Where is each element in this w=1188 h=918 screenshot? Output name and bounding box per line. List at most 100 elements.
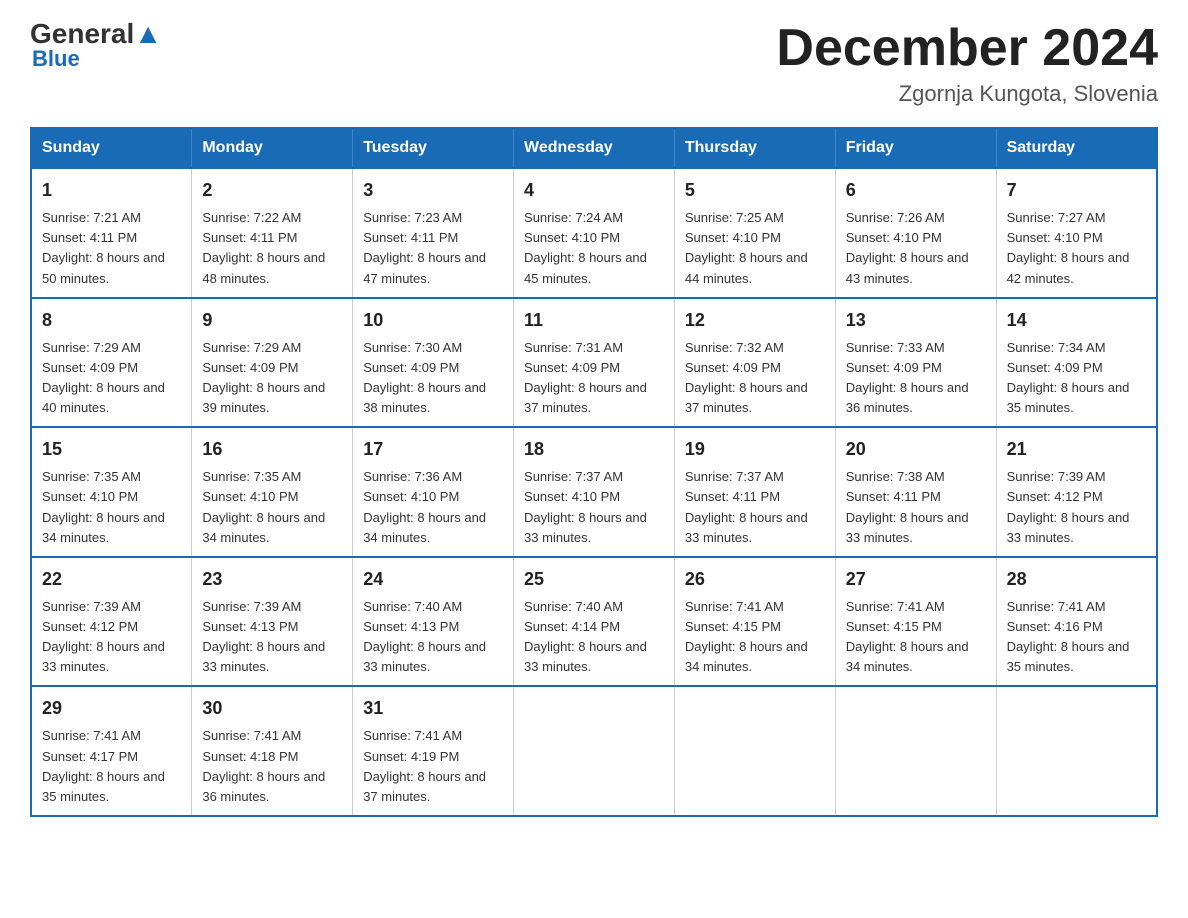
table-row: 21 Sunrise: 7:39 AMSunset: 4:12 PMDaylig… [996,427,1157,557]
day-info: Sunrise: 7:27 AMSunset: 4:10 PMDaylight:… [1007,208,1146,289]
day-info: Sunrise: 7:22 AMSunset: 4:11 PMDaylight:… [202,208,342,289]
page-header: General▲ Blue December 2024 Zgornja Kung… [30,20,1158,107]
day-number: 14 [1007,307,1146,334]
calendar-table: Sunday Monday Tuesday Wednesday Thursday… [30,127,1158,817]
day-number: 21 [1007,436,1146,463]
page-subtitle: Zgornja Kungota, Slovenia [776,81,1158,107]
table-row: 19 Sunrise: 7:37 AMSunset: 4:11 PMDaylig… [674,427,835,557]
col-monday: Monday [192,128,353,168]
col-thursday: Thursday [674,128,835,168]
day-number: 12 [685,307,825,334]
day-info: Sunrise: 7:29 AMSunset: 4:09 PMDaylight:… [42,338,181,419]
table-row: 8 Sunrise: 7:29 AMSunset: 4:09 PMDayligh… [31,298,192,428]
day-number: 16 [202,436,342,463]
day-info: Sunrise: 7:31 AMSunset: 4:09 PMDaylight:… [524,338,664,419]
day-info: Sunrise: 7:41 AMSunset: 4:15 PMDaylight:… [846,597,986,678]
col-tuesday: Tuesday [353,128,514,168]
day-number: 20 [846,436,986,463]
calendar-week-row: 22 Sunrise: 7:39 AMSunset: 4:12 PMDaylig… [31,557,1157,687]
day-info: Sunrise: 7:40 AMSunset: 4:13 PMDaylight:… [363,597,503,678]
table-row: 13 Sunrise: 7:33 AMSunset: 4:09 PMDaylig… [835,298,996,428]
table-row: 4 Sunrise: 7:24 AMSunset: 4:10 PMDayligh… [514,168,675,298]
day-number: 5 [685,177,825,204]
day-info: Sunrise: 7:33 AMSunset: 4:09 PMDaylight:… [846,338,986,419]
table-row: 18 Sunrise: 7:37 AMSunset: 4:10 PMDaylig… [514,427,675,557]
day-info: Sunrise: 7:37 AMSunset: 4:11 PMDaylight:… [685,467,825,548]
day-info: Sunrise: 7:35 AMSunset: 4:10 PMDaylight:… [42,467,181,548]
day-info: Sunrise: 7:35 AMSunset: 4:10 PMDaylight:… [202,467,342,548]
logo-general-text: General▲ [30,20,162,48]
day-info: Sunrise: 7:24 AMSunset: 4:10 PMDaylight:… [524,208,664,289]
logo-blue-text: Blue [32,48,80,70]
calendar-header-row: Sunday Monday Tuesday Wednesday Thursday… [31,128,1157,168]
day-info: Sunrise: 7:41 AMSunset: 4:17 PMDaylight:… [42,726,181,807]
day-info: Sunrise: 7:40 AMSunset: 4:14 PMDaylight:… [524,597,664,678]
day-info: Sunrise: 7:30 AMSunset: 4:09 PMDaylight:… [363,338,503,419]
col-wednesday: Wednesday [514,128,675,168]
table-row: 22 Sunrise: 7:39 AMSunset: 4:12 PMDaylig… [31,557,192,687]
table-row: 24 Sunrise: 7:40 AMSunset: 4:13 PMDaylig… [353,557,514,687]
day-info: Sunrise: 7:26 AMSunset: 4:10 PMDaylight:… [846,208,986,289]
day-number: 15 [42,436,181,463]
calendar-week-row: 8 Sunrise: 7:29 AMSunset: 4:09 PMDayligh… [31,298,1157,428]
col-saturday: Saturday [996,128,1157,168]
page-title: December 2024 [776,20,1158,77]
table-row: 28 Sunrise: 7:41 AMSunset: 4:16 PMDaylig… [996,557,1157,687]
day-number: 11 [524,307,664,334]
table-row: 26 Sunrise: 7:41 AMSunset: 4:15 PMDaylig… [674,557,835,687]
day-number: 8 [42,307,181,334]
day-info: Sunrise: 7:41 AMSunset: 4:16 PMDaylight:… [1007,597,1146,678]
day-number: 22 [42,566,181,593]
table-row: 3 Sunrise: 7:23 AMSunset: 4:11 PMDayligh… [353,168,514,298]
day-number: 17 [363,436,503,463]
day-number: 23 [202,566,342,593]
table-row: 14 Sunrise: 7:34 AMSunset: 4:09 PMDaylig… [996,298,1157,428]
day-number: 18 [524,436,664,463]
day-number: 29 [42,695,181,722]
day-number: 28 [1007,566,1146,593]
day-info: Sunrise: 7:39 AMSunset: 4:13 PMDaylight:… [202,597,342,678]
day-number: 31 [363,695,503,722]
col-sunday: Sunday [31,128,192,168]
table-row: 11 Sunrise: 7:31 AMSunset: 4:09 PMDaylig… [514,298,675,428]
day-number: 2 [202,177,342,204]
day-number: 10 [363,307,503,334]
table-row: 1 Sunrise: 7:21 AMSunset: 4:11 PMDayligh… [31,168,192,298]
day-number: 26 [685,566,825,593]
table-row: 29 Sunrise: 7:41 AMSunset: 4:17 PMDaylig… [31,686,192,816]
logo-triangle-icon: ▲ [134,18,162,49]
table-row: 31 Sunrise: 7:41 AMSunset: 4:19 PMDaylig… [353,686,514,816]
day-number: 1 [42,177,181,204]
col-friday: Friday [835,128,996,168]
day-number: 24 [363,566,503,593]
day-info: Sunrise: 7:23 AMSunset: 4:11 PMDaylight:… [363,208,503,289]
day-info: Sunrise: 7:41 AMSunset: 4:15 PMDaylight:… [685,597,825,678]
table-row [835,686,996,816]
logo: General▲ Blue [30,20,162,70]
day-number: 6 [846,177,986,204]
day-number: 3 [363,177,503,204]
day-info: Sunrise: 7:39 AMSunset: 4:12 PMDaylight:… [1007,467,1146,548]
table-row: 7 Sunrise: 7:27 AMSunset: 4:10 PMDayligh… [996,168,1157,298]
table-row: 5 Sunrise: 7:25 AMSunset: 4:10 PMDayligh… [674,168,835,298]
day-info: Sunrise: 7:38 AMSunset: 4:11 PMDaylight:… [846,467,986,548]
table-row: 25 Sunrise: 7:40 AMSunset: 4:14 PMDaylig… [514,557,675,687]
table-row: 23 Sunrise: 7:39 AMSunset: 4:13 PMDaylig… [192,557,353,687]
table-row: 27 Sunrise: 7:41 AMSunset: 4:15 PMDaylig… [835,557,996,687]
title-block: December 2024 Zgornja Kungota, Slovenia [776,20,1158,107]
table-row: 12 Sunrise: 7:32 AMSunset: 4:09 PMDaylig… [674,298,835,428]
table-row [996,686,1157,816]
table-row [514,686,675,816]
table-row: 16 Sunrise: 7:35 AMSunset: 4:10 PMDaylig… [192,427,353,557]
day-info: Sunrise: 7:34 AMSunset: 4:09 PMDaylight:… [1007,338,1146,419]
day-info: Sunrise: 7:41 AMSunset: 4:18 PMDaylight:… [202,726,342,807]
table-row: 9 Sunrise: 7:29 AMSunset: 4:09 PMDayligh… [192,298,353,428]
day-info: Sunrise: 7:21 AMSunset: 4:11 PMDaylight:… [42,208,181,289]
table-row: 6 Sunrise: 7:26 AMSunset: 4:10 PMDayligh… [835,168,996,298]
calendar-week-row: 15 Sunrise: 7:35 AMSunset: 4:10 PMDaylig… [31,427,1157,557]
table-row: 2 Sunrise: 7:22 AMSunset: 4:11 PMDayligh… [192,168,353,298]
table-row: 17 Sunrise: 7:36 AMSunset: 4:10 PMDaylig… [353,427,514,557]
day-number: 30 [202,695,342,722]
calendar-week-row: 29 Sunrise: 7:41 AMSunset: 4:17 PMDaylig… [31,686,1157,816]
day-info: Sunrise: 7:32 AMSunset: 4:09 PMDaylight:… [685,338,825,419]
